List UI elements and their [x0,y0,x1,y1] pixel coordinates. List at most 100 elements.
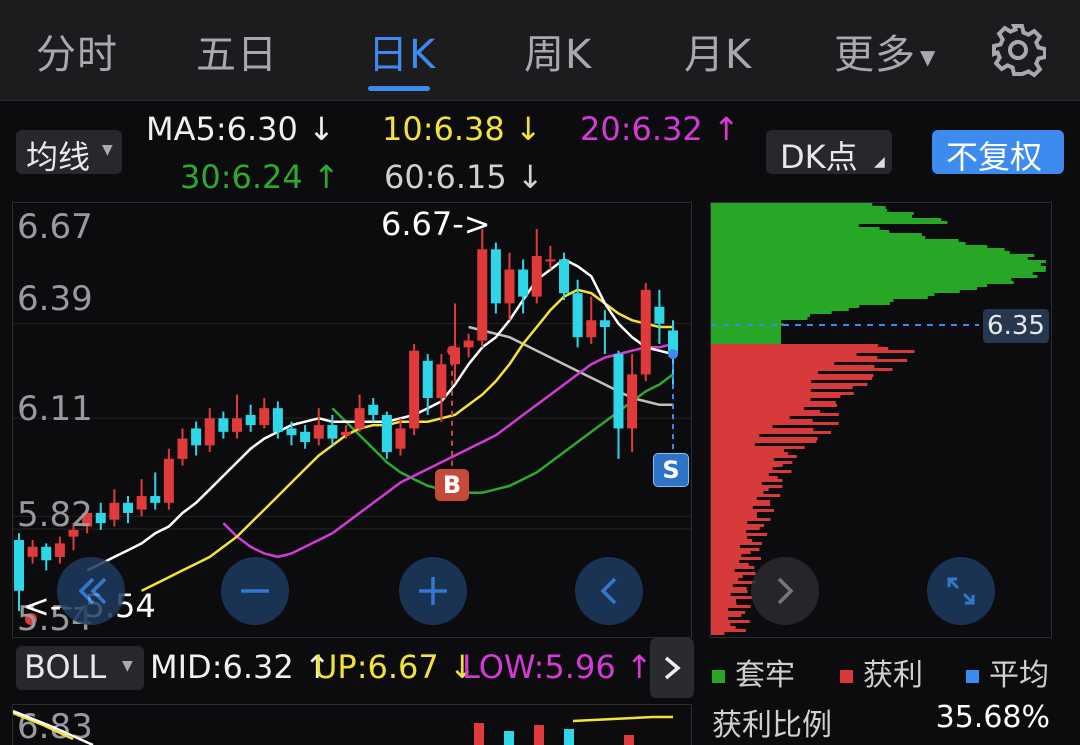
candle-body [572,293,583,338]
chip-bar [711,542,762,545]
ma20-line [222,342,674,559]
down-arrow-icon: ↓ [308,110,335,148]
ma5-line [86,257,674,572]
no-adjust-button[interactable]: 不复权 [932,130,1064,176]
chip-bar [711,614,742,617]
chip-bar [711,398,811,401]
chip-bar [711,422,839,425]
boll-candle [534,725,544,745]
chip-bar [711,257,1028,260]
scroll-left-double-button[interactable] [57,557,125,625]
candle-body [191,428,202,446]
candle-body [477,249,488,341]
candle-body [232,418,242,432]
buy-marker[interactable]: B [435,469,469,501]
dk-point-button[interactable]: DK点 ◢ [766,130,892,176]
chip-bar [711,548,760,551]
chip-bar [711,425,773,428]
chip-bar [711,365,875,368]
ma-selector[interactable]: 均线 ▼ [16,130,122,176]
legend-profit-label: 获利 [863,658,923,693]
chip-bar [711,413,839,416]
chip-bar [711,551,751,554]
zoom-in-button[interactable] [399,557,467,625]
chip-bar [711,317,808,320]
boll-upper-line [13,711,74,741]
chip-bar [711,527,760,530]
chip-bar [711,470,792,473]
chip-bar [711,350,915,353]
ma-selector-label: 均线 [26,138,91,176]
candle-body [490,249,501,304]
chip-bar [711,605,751,608]
chip-next-button[interactable] [751,557,819,625]
tab-daily-k[interactable]: 日K [368,22,436,80]
chip-bar [711,290,960,293]
chip-bar [711,242,966,245]
candle-body [518,269,529,297]
chip-bar [711,452,788,455]
tab-more[interactable]: 更多 ▼ [834,22,936,80]
zoom-out-button[interactable] [221,557,289,625]
up-arrow-icon: ↑ [712,110,740,148]
ma60-text: 60:6.15 [384,158,507,196]
chip-bar [711,509,775,512]
sell-marker[interactable]: S [653,453,689,487]
profit-ratio-label: 获利比例 [712,708,832,743]
chip-bar [711,326,781,329]
chip-bar [711,488,769,491]
boll-chart-panel[interactable]: 6.83 [12,704,692,745]
chip-bar [711,458,774,461]
high-price-label: 6.67-> [381,205,491,243]
chip-bar [711,476,778,479]
chip-bar [711,380,812,383]
boll-selector[interactable]: BOLL ▼ [16,646,144,690]
candle-body [123,502,133,513]
candle-body [163,458,174,503]
chip-bar [711,344,879,347]
red-square-icon [840,670,853,683]
chip-bar [711,530,747,533]
dropdown-triangle-icon: ▼ [920,45,937,69]
ma20-text: 20:6.32 [580,110,703,148]
chevron-right-icon [664,656,681,680]
down-arrow-icon: ↓ [516,158,544,196]
chip-bar [711,602,737,605]
chip-bar [711,485,783,488]
tab-five-day[interactable]: 五日 [196,22,278,80]
candle-body [559,259,569,294]
chip-bar [711,254,1035,257]
expand-button[interactable] [927,557,995,625]
chip-bar [711,596,753,599]
chip-bar [711,440,817,443]
ma5-value: MA5:6.30 ↓ [146,110,335,148]
chip-bar [711,620,750,623]
tab-intraday[interactable]: 分时 [36,22,118,80]
chip-bar [711,587,747,590]
chip-bar [711,263,1041,266]
scroll-left-button[interactable] [575,557,643,625]
candle-body [177,438,188,459]
chip-bar [711,353,857,356]
kline-chart-panel[interactable]: 6.67 6.39 6.11 5.82 5.54 6.67-> <---5.54… [12,202,692,639]
boll-next-button[interactable] [650,638,694,698]
chip-bar [711,245,988,248]
chip-bar [711,419,813,422]
chip-bar [711,515,757,518]
legend-trapped-label: 套牢 [735,658,795,693]
sell-dot [668,349,678,360]
candle-body [245,414,256,426]
boll-mid-line [13,709,94,745]
period-tab-bar: 分时 五日 日K 周K 月K 更多 ▼ [0,0,1080,101]
chip-bar [711,299,894,302]
ma60-value: 60:6.15 ↓ [384,158,544,196]
green-square-icon [712,670,725,683]
boll-upper-line [572,715,673,723]
candle-body [341,431,351,436]
tab-weekly-k[interactable]: 周K [524,22,592,80]
tab-monthly-k[interactable]: 月K [684,22,752,80]
chip-bar [711,302,890,305]
chip-bar [711,599,737,602]
chip-bar [711,503,771,506]
gear-icon[interactable] [990,22,1046,78]
